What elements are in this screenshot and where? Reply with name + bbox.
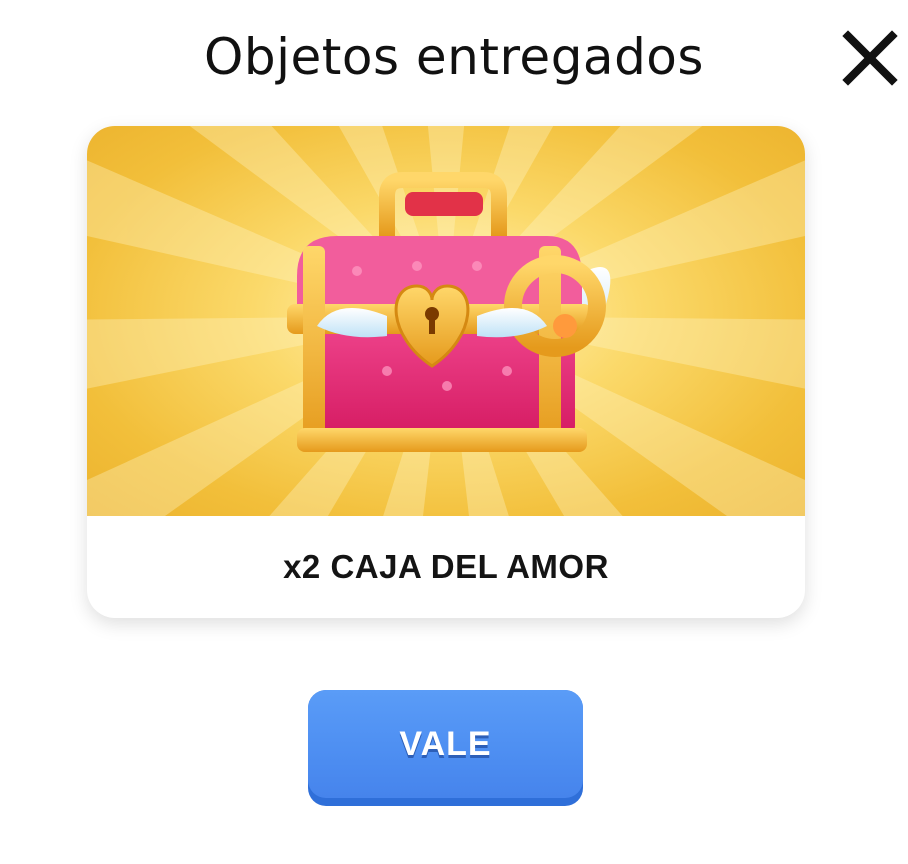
confirm-button-label: VALE — [308, 690, 583, 798]
reward-label: x2 CAJA DEL AMOR — [283, 548, 609, 585]
confirm-button[interactable]: VALE — [308, 690, 583, 806]
dialog-title: Objetos entregados — [204, 28, 704, 86]
reward-card: x2 CAJA DEL AMOR — [87, 126, 805, 618]
rewards-dialog: Objetos entregados x2 CAJA DEL AMOR VALE — [0, 0, 908, 864]
love-chest-icon — [287, 172, 611, 452]
close-icon — [842, 30, 898, 86]
close-button[interactable] — [838, 26, 902, 90]
reward-image — [87, 126, 805, 516]
